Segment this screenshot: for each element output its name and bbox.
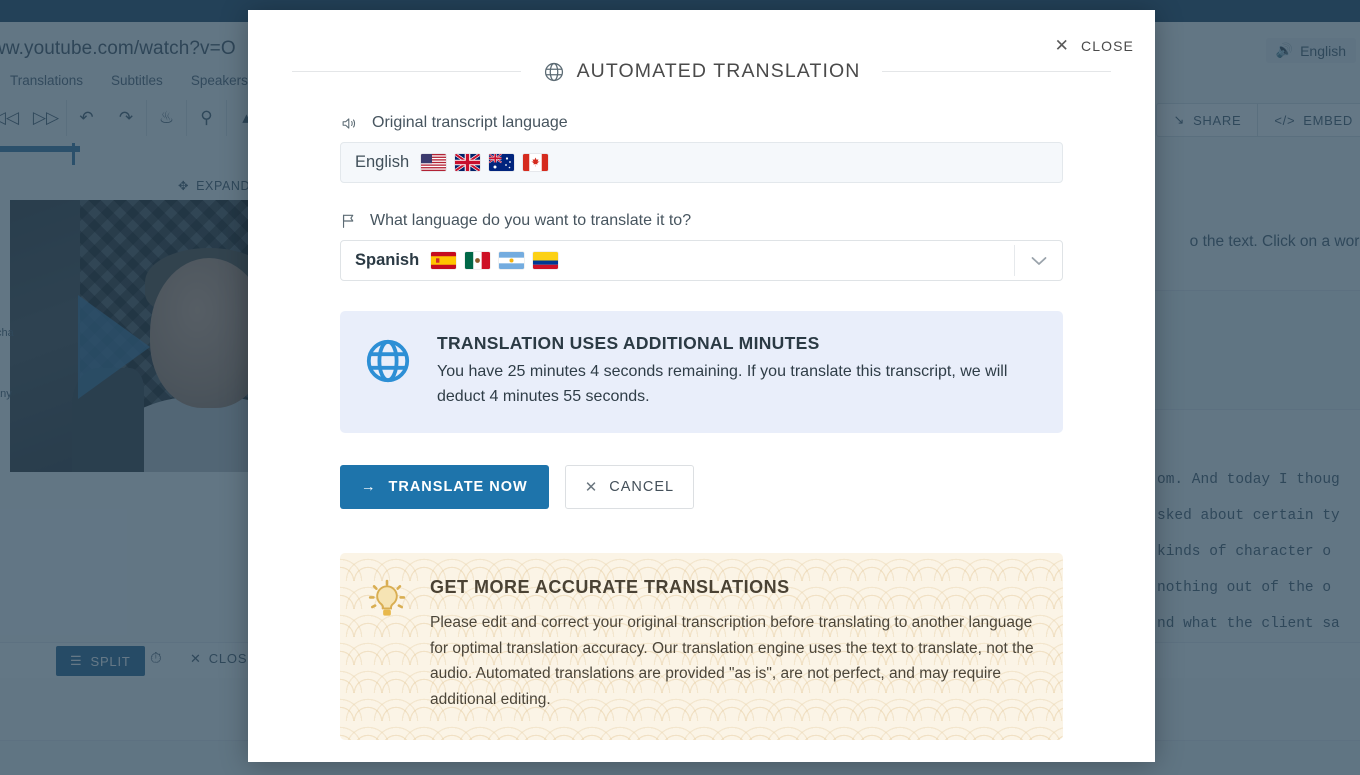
close-icon: ✕ [190,651,202,666]
tab-translations[interactable]: Translations [10,73,83,88]
chevron-down-icon[interactable] [1014,245,1062,276]
cancel-button[interactable]: ✕ CANCEL [564,465,695,509]
es-flag [431,252,457,269]
cancel-label: CANCEL [609,479,675,495]
source-language-label-row: Original transcript language [340,114,1063,132]
share-embed-bar: ↘ SHARE </> EMBED [1156,103,1360,137]
expand-label: EXPAND [196,178,251,193]
title-rule-right [882,71,1112,72]
close-segment-button[interactable]: ✕ CLOS [190,651,247,667]
speaker-icon: 🔊 [1275,42,1294,58]
transcript-text[interactable]: om. And today I thoug sked about certain… [1146,462,1360,642]
modal-close-label: CLOSE [1081,37,1134,54]
fast-forward-icon[interactable]: ▷▷ [26,100,66,136]
uk-flag [455,154,481,171]
tab-subtitles[interactable]: Subtitles [111,73,163,88]
video-caption-1: cha [0,327,14,339]
video-caption-2: any [0,388,12,400]
tab-speakers[interactable]: Speakers [191,73,248,88]
editor-tabs: Translations Subtitles Speakers [10,73,248,88]
info-body: You have 25 minutes 4 seconds remaining.… [437,363,1008,405]
minutes-info-box: TRANSLATION USES ADDITIONAL MINUTES You … [340,311,1063,433]
close-icon: ✕ [1054,36,1071,55]
language-badge[interactable]: 🔊 English [1265,38,1356,63]
ar-flag [499,252,525,269]
arrow-right-icon: → [361,479,377,495]
transcript-line: nothing out of the o [1157,580,1332,596]
undo-icon[interactable]: ↶ [66,100,106,136]
info-heading: TRANSLATION USES ADDITIONAL MINUTES [437,333,820,353]
flag-icon [340,212,357,230]
play-button-icon[interactable] [78,295,150,399]
lightbulb-icon [366,579,408,626]
transcript-line: nd what the client sa [1157,616,1340,632]
title-rule-left [292,71,521,72]
redo-icon[interactable]: ↷ [106,100,146,136]
editor-hint-text: o the text. Click on a word [1189,233,1360,250]
embed-label: EMBED [1303,112,1353,128]
stopwatch-icon[interactable]: ⏱ [150,650,162,667]
globe-icon [543,61,565,83]
share-label: SHARE [1193,112,1242,128]
transcript-line: kinds of character o [1157,544,1332,560]
split-label: SPLIT [90,653,131,669]
us-flag [421,154,447,171]
source-flags [421,154,549,171]
search-icon[interactable]: ⚲ [186,100,226,136]
source-language-label: Original transcript language [372,114,568,131]
code-icon: </> [1274,112,1296,128]
co-flag [533,252,559,269]
ca-flag [523,154,549,171]
au-flag [489,154,515,171]
side-panel [1148,290,1360,410]
globe-icon [364,337,412,390]
translate-now-button[interactable]: → TRANSLATE NOW [340,465,549,509]
target-language-label-row: What language do you want to translate i… [340,212,1063,230]
split-button[interactable]: ☰ SPLIT [56,646,145,676]
embed-button[interactable]: </> EMBED [1257,104,1360,136]
person-head [150,258,262,408]
transcript-line: sked about certain ty [1157,508,1340,524]
source-language-value: English [355,153,410,171]
target-language-select[interactable]: Spanish [340,240,1063,281]
close-segment-label: CLOS [208,651,248,666]
share-icon: ↘ [1173,112,1186,127]
source-language-field: English [340,142,1063,183]
playhead[interactable] [72,143,75,165]
action-buttons: → TRANSLATE NOW ✕ CANCEL [340,465,1063,509]
mx-flag [465,252,491,269]
url-text: ww.youtube.com/watch?v=O [0,38,236,59]
progress-bar[interactable] [0,146,80,152]
expand-button[interactable]: ✥ EXPAND [178,178,251,194]
modal-header: AUTOMATED TRANSLATION [248,60,1155,83]
accuracy-tip-box: GET MORE ACCURATE TRANSLATIONS Please ed… [340,553,1063,740]
expand-icon: ✥ [178,179,190,193]
rewind-icon[interactable]: ◁◁ [0,100,26,136]
close-icon: ✕ [584,479,599,496]
thermometer-icon[interactable]: ♨ [146,100,186,136]
speaker-icon [340,115,359,132]
page-title: AUTOMATED TRANSLATION [576,60,861,82]
target-language-label: What language do you want to translate i… [370,212,692,229]
transcript-line: om. And today I thoug [1157,472,1340,488]
language-badge-label: English [1300,42,1346,59]
share-button[interactable]: ↘ SHARE [1157,104,1257,136]
modal-content: Original transcript language English Wha… [340,114,1063,740]
editor-toolbar: ◁◁ ▷▷ ↶ ↷ ♨ ⚲ ▴ [0,100,266,136]
screen: ww.youtube.com/watch?v=O Translations Su… [0,0,1360,775]
target-language-value: Spanish [355,251,420,269]
translate-now-label: TRANSLATE NOW [388,479,528,495]
tip-heading: GET MORE ACCURATE TRANSLATIONS [430,577,790,597]
tip-body: Please edit and correct your original tr… [430,614,1034,708]
automated-translation-modal: ✕ CLOSE AUTOMATED TRANSLATION Original t… [248,10,1155,762]
split-icon: ☰ [70,653,83,668]
modal-close-button[interactable]: ✕ CLOSE [1055,37,1134,54]
target-flags [431,252,559,269]
